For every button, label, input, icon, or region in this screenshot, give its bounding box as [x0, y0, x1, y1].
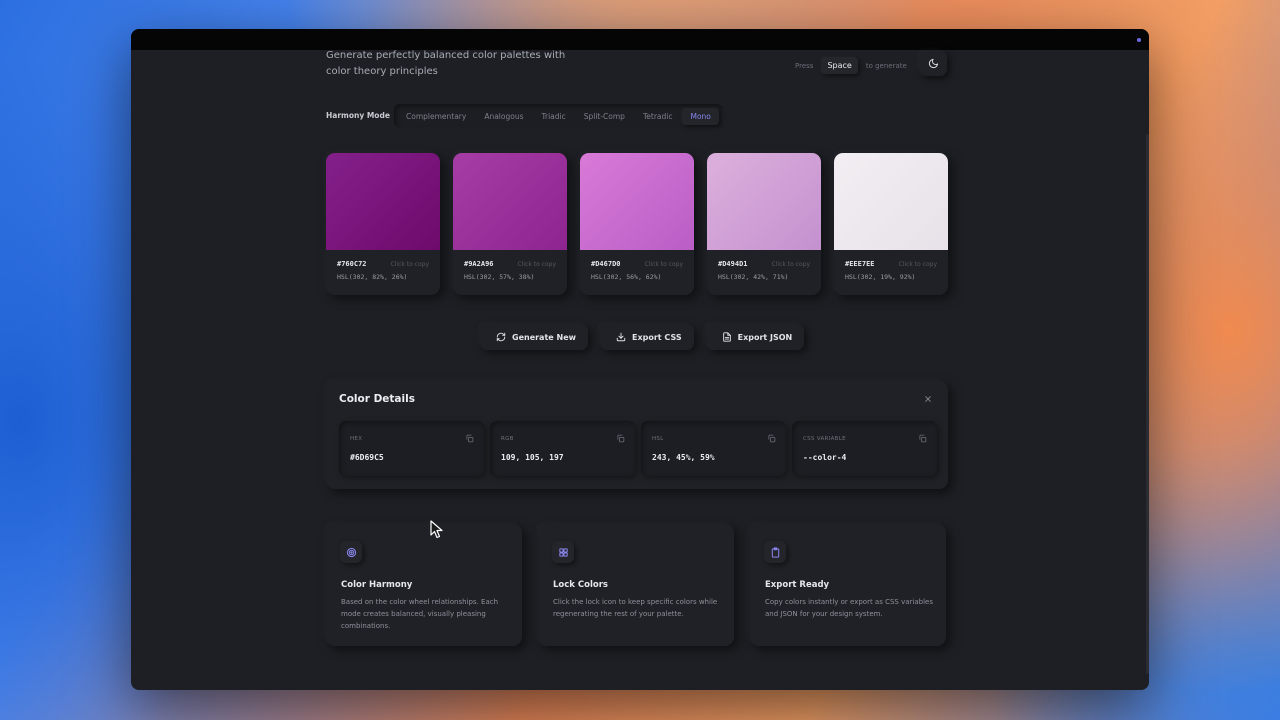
keyboard-hint: Press Space to generate: [795, 57, 907, 74]
generate-new-button[interactable]: Generate New: [480, 324, 589, 350]
tab-complementary[interactable]: Complementary: [398, 108, 474, 125]
swatch-hsl: HSL(302, 57%, 38%): [464, 273, 535, 281]
space-key: Space: [821, 57, 858, 74]
copy-icon[interactable]: [767, 434, 776, 443]
copy-hint[interactable]: Click to copy: [899, 261, 937, 268]
swatch-card[interactable]: #760C72 Click to copy HSL(302, 82%, 26%): [326, 153, 440, 295]
field-value: --color-4: [803, 453, 847, 462]
field-label: CSS VARIABLE: [803, 436, 846, 442]
tab-split-comp[interactable]: Split-Comp: [576, 108, 633, 125]
color-details-panel: Color Details HEX #6D69C5 RGB 109, 105, …: [326, 381, 948, 489]
tab-tetradic[interactable]: Tetradic: [635, 108, 681, 125]
field-value: #6D69C5: [350, 453, 384, 462]
app-content: Generate perfectly balanced color palett…: [131, 29, 1149, 690]
feature-title: Export Ready: [765, 580, 830, 590]
clipboard-icon: [764, 541, 786, 563]
feature-title: Color Harmony: [341, 580, 413, 590]
feature-cards: Color Harmony Based on the color wheel r…: [326, 524, 946, 646]
swatch-hsl: HSL(302, 19%, 92%): [845, 273, 916, 281]
tab-analogous[interactable]: Analogous: [476, 108, 531, 125]
export-json-button[interactable]: Export JSON: [705, 324, 805, 350]
theme-toggle-button[interactable]: [919, 50, 947, 76]
copy-icon[interactable]: [918, 434, 927, 443]
swatch-color[interactable]: [834, 153, 948, 250]
feature-description: Click the lock icon to keep specific col…: [553, 598, 718, 618]
swatch-card[interactable]: #9A2A96 Click to copy HSL(302, 57%, 38%): [453, 153, 567, 295]
mouse-cursor-icon: [430, 520, 443, 539]
press-suffix: to generate: [865, 61, 907, 70]
target-icon: [340, 541, 362, 563]
palette: #760C72 Click to copy HSL(302, 82%, 26%) …: [326, 153, 948, 295]
swatch-hsl: HSL(302, 82%, 26%): [337, 273, 408, 281]
swatch-card[interactable]: #EEE7EE Click to copy HSL(302, 19%, 92%): [834, 153, 948, 295]
harmony-mode-label: Harmony Mode: [326, 111, 390, 120]
css-variable-field[interactable]: CSS VARIABLE --color-4: [792, 421, 937, 476]
generate-new-label: Generate New: [512, 332, 577, 342]
feature-description: Copy colors instantly or export as CSS v…: [765, 598, 933, 618]
swatch-color[interactable]: [580, 153, 694, 250]
hsl-field[interactable]: HSL 243, 45%, 59%: [641, 421, 786, 476]
copy-hint[interactable]: Click to copy: [391, 261, 429, 268]
press-prefix: Press: [795, 61, 814, 70]
refresh-icon: [496, 332, 506, 342]
swatch-hsl: HSL(302, 56%, 62%): [591, 273, 662, 281]
swatch-hex: #D494D1: [718, 260, 748, 268]
copy-icon[interactable]: [465, 434, 474, 443]
swatch-hex: #9A2A96: [464, 260, 494, 268]
feature-card-color-harmony: Color Harmony Based on the color wheel r…: [326, 524, 522, 646]
field-label: RGB: [501, 436, 514, 442]
file-icon: [722, 332, 731, 342]
swatch-hex: #D467D0: [591, 260, 621, 268]
close-button[interactable]: [922, 393, 934, 405]
field-label: HEX: [350, 436, 363, 442]
feature-card-export-ready: Export Ready Copy colors instantly or ex…: [750, 524, 946, 646]
harmony-mode-tabs: Complementary Analogous Triadic Split-Co…: [394, 104, 723, 128]
swatch-card[interactable]: #D467D0 Click to copy HSL(302, 56%, 62%): [580, 153, 694, 295]
export-css-button[interactable]: Export CSS: [600, 324, 694, 350]
field-label: HSL: [652, 436, 664, 442]
swatch-color[interactable]: [707, 153, 821, 250]
download-icon: [616, 332, 626, 342]
hex-field[interactable]: HEX #6D69C5: [339, 421, 484, 476]
moon-icon: [928, 58, 938, 68]
field-value: 109, 105, 197: [501, 453, 564, 462]
export-json-label: Export JSON: [737, 332, 793, 342]
close-icon: [925, 396, 931, 402]
lock-icon: [552, 541, 574, 563]
swatch-hsl: HSL(302, 42%, 71%): [718, 273, 789, 281]
swatch-color[interactable]: [326, 153, 440, 250]
feature-title: Lock Colors: [553, 580, 608, 590]
copy-hint[interactable]: Click to copy: [772, 261, 810, 268]
swatch-color[interactable]: [453, 153, 567, 250]
copy-hint[interactable]: Click to copy: [645, 261, 683, 268]
tab-mono[interactable]: Mono: [682, 107, 719, 125]
swatch-hex: #760C72: [337, 260, 367, 268]
color-details-title: Color Details: [339, 393, 415, 405]
feature-description: Based on the color wheel relationships. …: [341, 598, 499, 630]
page-subtitle: Generate perfectly balanced color palett…: [326, 50, 566, 77]
palette-actions: Generate New Export CSS Export JSON: [480, 324, 805, 350]
feature-card-lock-colors: Lock Colors Click the lock icon to keep …: [538, 524, 734, 646]
color-detail-fields: HEX #6D69C5 RGB 109, 105, 197 HSL 243, 4…: [339, 421, 937, 476]
rgb-field[interactable]: RGB 109, 105, 197: [490, 421, 635, 476]
swatch-hex: #EEE7EE: [845, 260, 875, 268]
app-window: Generate perfectly balanced color palett…: [131, 29, 1149, 690]
field-value: 243, 45%, 59%: [652, 453, 715, 462]
tab-triadic[interactable]: Triadic: [534, 108, 574, 125]
copy-hint[interactable]: Click to copy: [518, 261, 556, 268]
copy-icon[interactable]: [616, 434, 625, 443]
swatch-card[interactable]: #D494D1 Click to copy HSL(302, 42%, 71%): [707, 153, 821, 295]
export-css-label: Export CSS: [632, 332, 682, 342]
